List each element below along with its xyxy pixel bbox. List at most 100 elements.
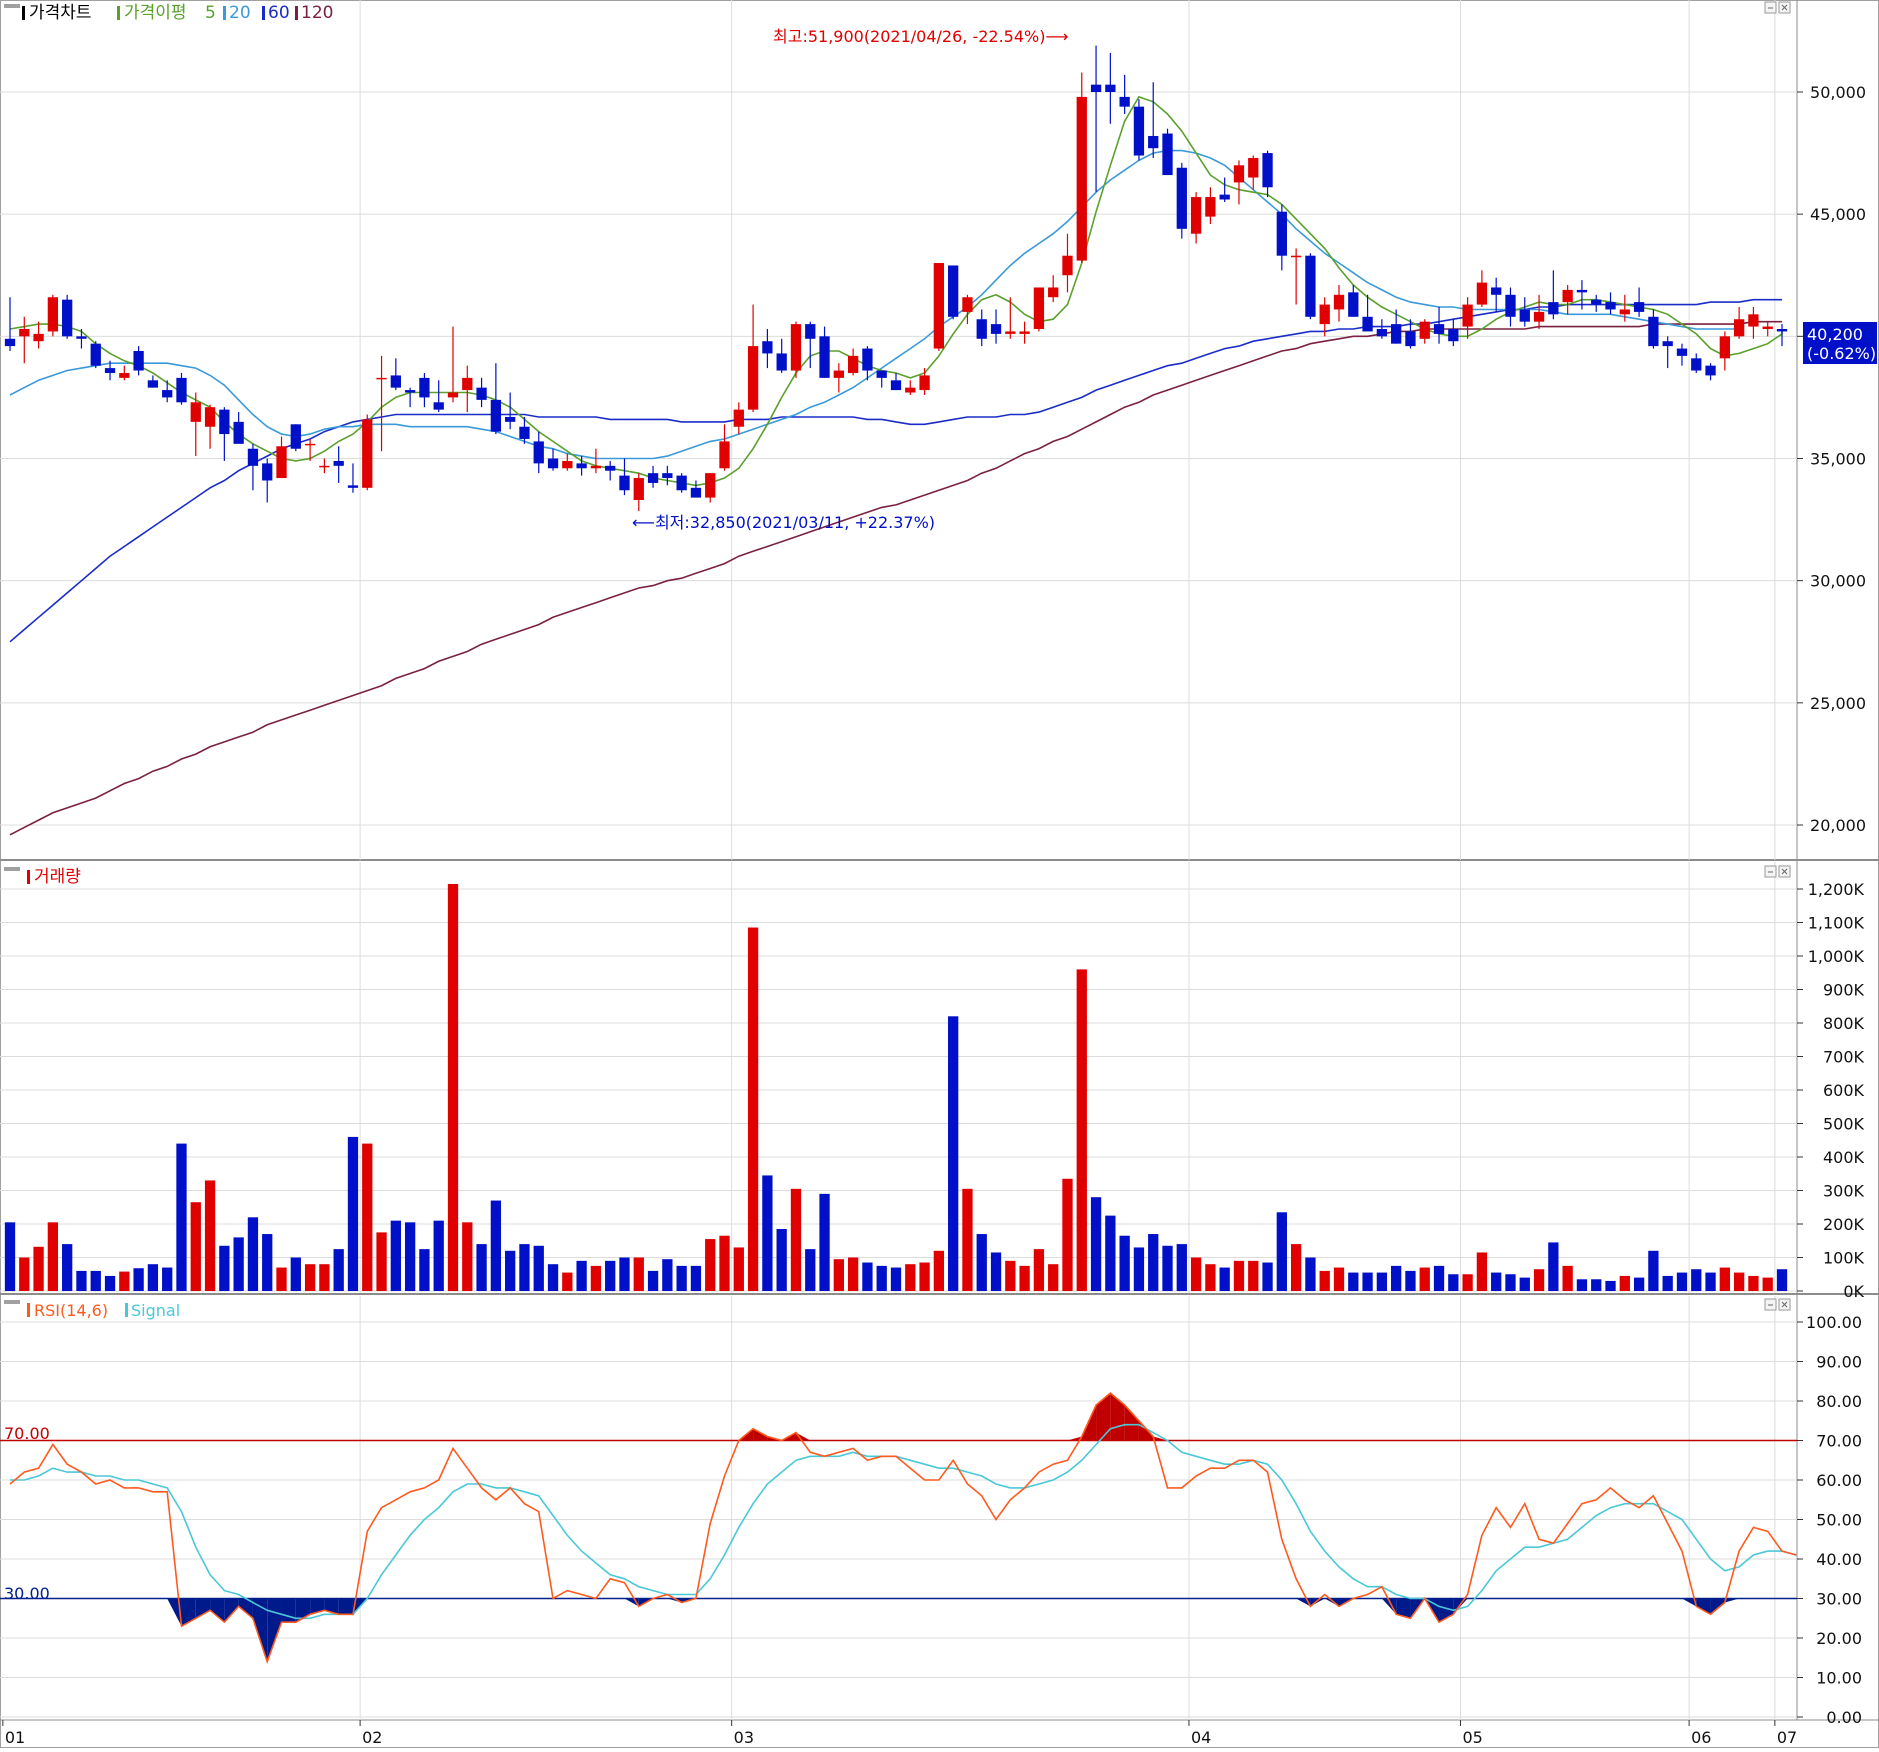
candle <box>362 414 373 491</box>
rsi-y-tick-label: 50.00 <box>1816 1511 1862 1530</box>
candle-body <box>790 324 802 371</box>
volume-bar <box>1248 1260 1259 1291</box>
volume-bar <box>319 1264 330 1291</box>
candle-body <box>76 336 87 339</box>
volume-bar <box>1133 1247 1145 1291</box>
legend-marker-rsi <box>27 1303 30 1317</box>
candle-body <box>362 419 373 488</box>
legend-marker-volume <box>27 870 30 884</box>
price-y-tick-label: 50,000 <box>1810 83 1866 102</box>
x-tick-label: 06 <box>1691 1728 1711 1747</box>
rsi-y-tick-label: 90.00 <box>1816 1353 1862 1372</box>
low-annotation: ⟵최저:32,850(2021/03/11, +22.37%) <box>632 513 935 532</box>
volume-bar <box>1548 1242 1559 1291</box>
candle-body <box>1348 292 1359 317</box>
volume-bar <box>1562 1265 1573 1291</box>
volume-bar <box>190 1202 201 1291</box>
candle-body <box>419 377 430 398</box>
chart-frame <box>0 0 1879 1748</box>
candle-body <box>319 465 330 468</box>
volume-bar <box>948 1016 959 1291</box>
volume-bar <box>147 1264 159 1291</box>
candle-body <box>1576 289 1588 293</box>
candle <box>47 294 59 337</box>
legend-marker-signal <box>125 1303 128 1317</box>
candle-body <box>590 465 602 469</box>
volume-bar <box>162 1267 173 1291</box>
candle-body <box>1405 331 1416 347</box>
volume-bar <box>176 1143 187 1291</box>
candle-body <box>1433 324 1445 334</box>
candle-body <box>1048 287 1059 298</box>
candle-body <box>776 353 787 371</box>
candle-body <box>1491 287 1502 295</box>
volume-bar <box>1290 1244 1302 1291</box>
volume-bar <box>1533 1269 1545 1291</box>
volume-bar <box>1591 1279 1602 1291</box>
candle <box>790 321 802 378</box>
candle-body <box>1705 365 1716 376</box>
candle-body <box>976 319 987 339</box>
volume-bar <box>505 1250 516 1291</box>
volume-bar <box>605 1260 616 1291</box>
panel-handle-rsi[interactable] <box>4 1300 20 1304</box>
candle-body <box>1119 96 1130 107</box>
rsi-y-tick-label: 0.00 <box>1826 1708 1862 1727</box>
volume-bar <box>1090 1197 1102 1291</box>
candle <box>676 473 687 493</box>
volume-bar <box>1448 1274 1459 1291</box>
volume-bar <box>390 1220 401 1291</box>
volume-bar <box>1691 1269 1702 1291</box>
legend-marker-ma <box>117 6 120 20</box>
x-tick-label: 01 <box>5 1728 25 1747</box>
volume-bar <box>905 1264 916 1291</box>
legend-ma120: 120 <box>301 3 333 23</box>
panel-handle-price[interactable] <box>4 4 20 8</box>
volume-bar <box>262 1234 273 1291</box>
volume-bar <box>533 1245 544 1291</box>
candle-body <box>33 333 44 342</box>
candle-body <box>1533 311 1545 322</box>
volume-bar <box>376 1232 387 1291</box>
volume-bar <box>4 1222 16 1291</box>
volume-bar <box>1062 1178 1073 1291</box>
price-y-tick-label: 45,000 <box>1810 205 1866 224</box>
volume-bar <box>747 927 759 1291</box>
candle-body <box>1776 329 1788 332</box>
volume-bar <box>1733 1272 1745 1291</box>
volume-y-tick-label: 500K <box>1823 1115 1865 1134</box>
volume-bar <box>204 1180 216 1291</box>
candle-body <box>1419 321 1430 339</box>
volume-bar <box>1605 1280 1616 1291</box>
candle-body <box>948 265 959 317</box>
rsi-y-tick-label: 80.00 <box>1816 1392 1862 1411</box>
candle-body <box>1033 287 1045 330</box>
volume-bar <box>1491 1272 1502 1291</box>
candle-body <box>247 448 259 466</box>
volume-bar <box>1333 1267 1345 1291</box>
volume-bar <box>805 1249 816 1291</box>
volume-bar <box>404 1222 416 1291</box>
candle-body <box>847 355 859 373</box>
panel-handle-volume[interactable] <box>4 867 20 871</box>
volume-bar <box>590 1265 602 1291</box>
volume-bar <box>562 1272 573 1291</box>
candle-body <box>1005 331 1016 334</box>
volume-bar <box>1033 1249 1045 1291</box>
rsi-y-tick-label: 100.00 <box>1806 1313 1862 1332</box>
volume-bar <box>690 1265 702 1291</box>
x-tick-label: 04 <box>1191 1728 1211 1747</box>
volume-y-tick-label: 300K <box>1823 1182 1865 1201</box>
volume-bar <box>233 1237 244 1291</box>
candle-body <box>219 409 230 435</box>
candle-body <box>1062 255 1073 276</box>
rsi-y-tick-label: 70.00 <box>1816 1432 1862 1451</box>
candle-body <box>1219 194 1230 200</box>
candle-body <box>747 346 759 410</box>
volume-bar <box>776 1229 787 1291</box>
candle <box>1033 287 1045 332</box>
candle-body <box>276 446 287 479</box>
candle <box>1305 253 1316 320</box>
volume-bar <box>1776 1269 1788 1291</box>
volume-bar <box>419 1249 430 1291</box>
